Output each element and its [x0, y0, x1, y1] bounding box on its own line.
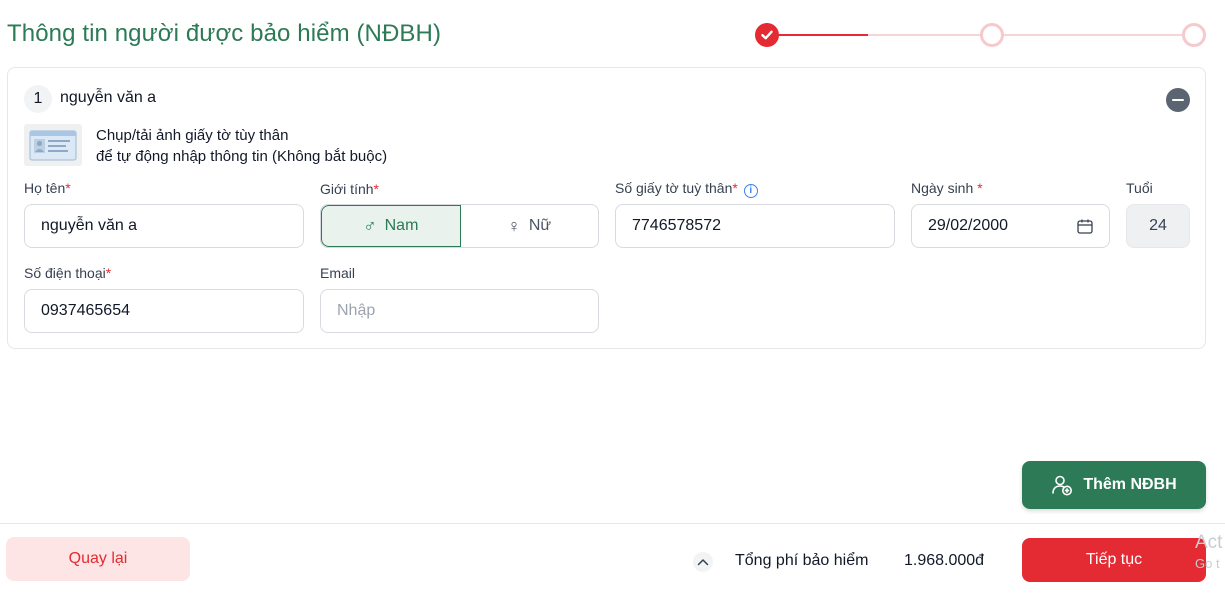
required-mark: *: [105, 265, 112, 281]
id-number-input[interactable]: 7746578572: [615, 204, 895, 248]
add-user-icon: [1052, 475, 1073, 496]
total-premium-value: 1.968.000đ: [904, 552, 985, 569]
total-premium-label: Tổng phí bảo hiểm: [735, 552, 869, 569]
gender-option-male[interactable]: ♂ Nam: [321, 205, 461, 247]
required-mark: *: [373, 181, 379, 197]
minus-icon: [1172, 99, 1184, 101]
person-index-badge: 1: [24, 85, 52, 113]
required-mark: *: [977, 180, 983, 196]
activation-watermark-line2: Go t: [1195, 556, 1220, 571]
step-1-completed: [755, 23, 779, 47]
chevron-up-icon: [697, 559, 709, 566]
progress-stepper: [755, 22, 1207, 48]
female-icon: ♀: [507, 215, 521, 236]
full-name-label: Họ tên*: [24, 180, 71, 196]
email-input[interactable]: Nhập: [320, 289, 599, 333]
full-name-input[interactable]: nguyễn văn a: [24, 204, 304, 248]
footer-bar: Quay lại Tổng phí bảo hiểm 1.968.000đ Ti…: [0, 523, 1225, 606]
add-insured-button[interactable]: Thêm NĐBH: [1022, 461, 1206, 509]
step-2-pending: [980, 23, 1004, 47]
stepper-line-pending: [868, 34, 1188, 36]
phone-label: Số điện thoại*: [24, 265, 111, 281]
birth-date-label: Ngày sinh *: [911, 180, 983, 196]
birth-date-label-text: Ngày sinh: [911, 180, 974, 196]
phone-input[interactable]: 0937465654: [24, 289, 304, 333]
id-upload-line-2: để tự động nhập thông tin (Không bắt buộ…: [96, 148, 388, 165]
email-label: Email: [320, 265, 356, 281]
age-label: Tuổi: [1126, 180, 1153, 196]
gender-option-label: Nữ: [528, 217, 552, 234]
expand-fee-button[interactable]: [693, 552, 713, 572]
id-upload-line-1: Chụp/tải ảnh giấy tờ tùy thân: [96, 127, 289, 144]
gender-option-label: Nam: [384, 217, 419, 234]
continue-button[interactable]: Tiếp tục: [1022, 538, 1206, 582]
id-number-label: Số giấy tờ tuỳ thân* i: [615, 180, 758, 198]
birth-date-input[interactable]: 29/02/2000: [911, 204, 1110, 248]
id-upload-prompt[interactable]: Chụp/tải ảnh giấy tờ tùy thân để tự động…: [96, 125, 387, 167]
back-button[interactable]: Quay lại: [6, 537, 190, 581]
person-name-heading: nguyễn văn a: [60, 89, 157, 106]
gender-label: Giới tính*: [320, 181, 379, 197]
stepper-line-done: [775, 34, 868, 36]
add-insured-label: Thêm NĐBH: [1083, 476, 1177, 493]
gender-label-text: Giới tính: [320, 181, 374, 197]
gender-selector: ♂ Nam ♀ Nữ: [320, 204, 599, 248]
required-mark: *: [65, 180, 71, 196]
check-icon: [761, 30, 773, 40]
calendar-icon[interactable]: [1077, 219, 1093, 234]
activation-watermark-line1: Act: [1195, 532, 1223, 553]
step-3-pending: [1182, 23, 1206, 47]
id-number-label-text: Số giấy tờ tuỳ thân: [615, 180, 733, 196]
required-mark: *: [732, 180, 738, 196]
full-name-label-text: Họ tên: [24, 180, 66, 196]
age-field: 24: [1126, 204, 1190, 248]
phone-label-text: Số điện thoại: [24, 265, 106, 281]
insured-person-card: 1 nguyễn văn a Chụp/tải ảnh giấy tờ tùy …: [7, 67, 1206, 349]
birth-date-value: 29/02/2000: [928, 217, 1009, 234]
male-icon: ♂: [363, 215, 377, 236]
info-icon[interactable]: i: [743, 184, 758, 198]
page-title: Thông tin người được bảo hiểm (NĐBH): [7, 20, 442, 47]
collapse-person-button[interactable]: [1166, 88, 1190, 112]
gender-option-female[interactable]: ♀ Nữ: [461, 205, 599, 247]
id-card-icon[interactable]: [24, 124, 82, 166]
